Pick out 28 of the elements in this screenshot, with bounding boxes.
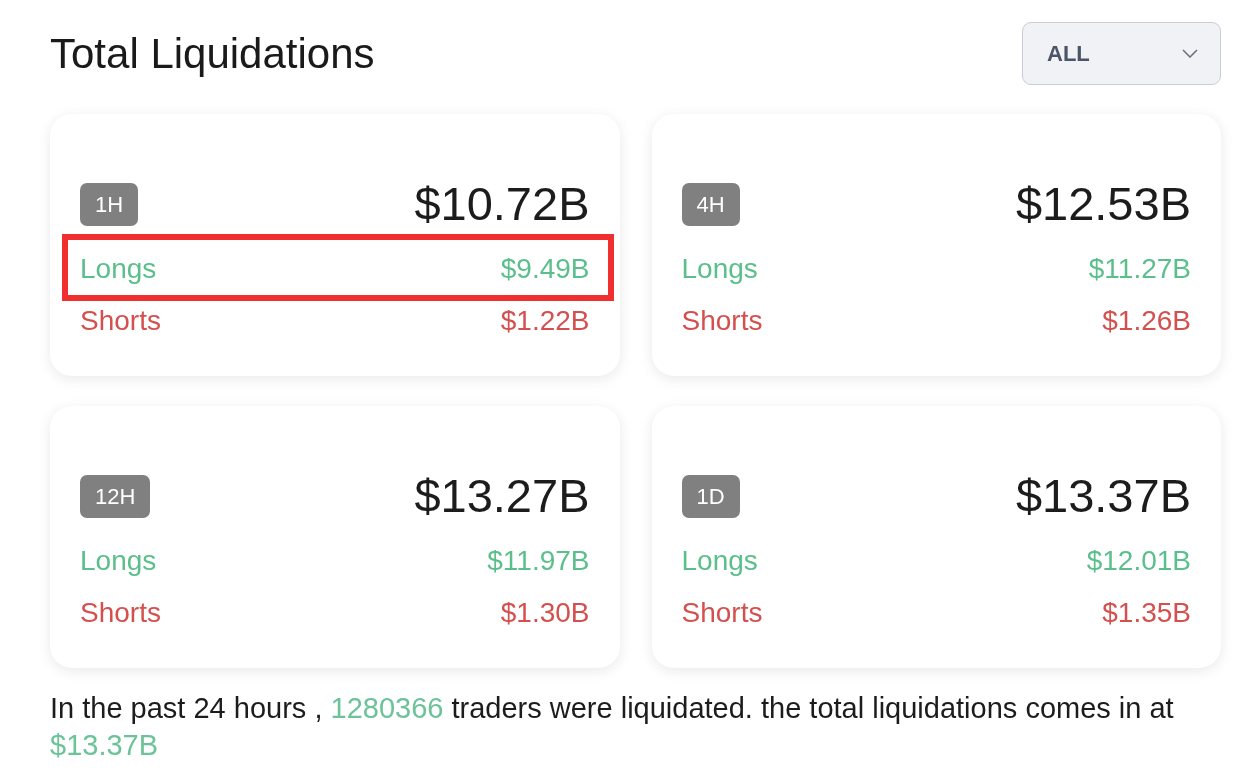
longs-value: $12.01B bbox=[1086, 544, 1191, 578]
shorts-label: Shorts bbox=[80, 304, 161, 338]
total-amount: $13.27B bbox=[414, 468, 590, 524]
shorts-value: $1.26B bbox=[1102, 304, 1191, 338]
shorts-label: Shorts bbox=[80, 596, 161, 630]
filter-select[interactable]: ALL bbox=[1022, 22, 1221, 85]
longs-label: Longs bbox=[80, 252, 157, 286]
summary-text: In the past 24 hours , 1280366 traders were liquidated. the total liquidations comes in at $13.37B bbox=[50, 691, 1175, 763]
longs-label: Longs bbox=[681, 544, 758, 578]
longs-label: Longs bbox=[80, 544, 157, 578]
longs-value: $9.49B bbox=[500, 252, 590, 286]
page-title: Total Liquidations bbox=[50, 28, 375, 79]
period-badge: 12H bbox=[80, 474, 151, 518]
longs-value: $11.27B bbox=[1088, 252, 1191, 286]
chevron-down-icon bbox=[1182, 49, 1198, 58]
shorts-label: Shorts bbox=[681, 304, 763, 338]
total-amount: $13.37B bbox=[1015, 468, 1191, 524]
shorts-value: $1.30B bbox=[500, 596, 590, 630]
shorts-value: $1.22B bbox=[500, 304, 590, 338]
total-amount: $10.72B bbox=[414, 176, 590, 232]
total-amount: $12.53B bbox=[1015, 176, 1191, 232]
period-badge: 1D bbox=[681, 474, 740, 518]
longs-value: $11.97B bbox=[487, 544, 590, 578]
period-badge: 1H bbox=[80, 182, 139, 226]
shorts-label: Shorts bbox=[681, 596, 763, 630]
shorts-value: $1.35B bbox=[1102, 596, 1191, 630]
longs-label: Longs bbox=[681, 252, 758, 286]
period-badge: 4H bbox=[681, 182, 740, 226]
